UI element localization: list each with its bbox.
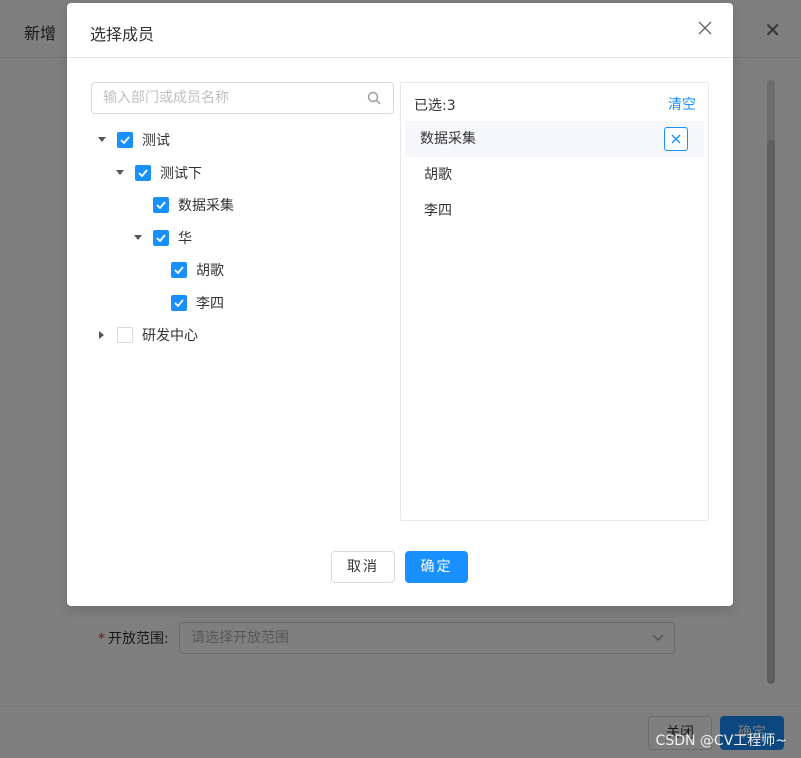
checkbox-checked[interactable] [171, 294, 187, 311]
tree-node-label: 李四 [196, 295, 224, 312]
remove-icon[interactable] [664, 127, 688, 151]
selected-item[interactable]: 胡歌 [405, 157, 704, 193]
search-box [91, 82, 394, 114]
tree-node[interactable]: 胡歌 [91, 254, 395, 287]
modal-title: 选择成员 [90, 25, 155, 44]
tree-node[interactable]: 李四 [91, 287, 395, 320]
confirm-button[interactable]: 确定 [405, 551, 468, 583]
checkbox-checked[interactable] [153, 197, 169, 214]
tree-node[interactable]: 数据采集 [91, 189, 395, 222]
tree-node[interactable]: 测试下 [91, 157, 395, 190]
selected-item-label: 胡歌 [424, 167, 452, 183]
checkbox-checked[interactable] [171, 262, 187, 279]
tree-node-label: 华 [178, 230, 192, 247]
selected-panel-header: 已选:3 清空 [401, 83, 708, 121]
checkbox-checked[interactable] [153, 229, 169, 246]
tree-node-label: 测试 [142, 133, 170, 150]
clear-button[interactable]: 清空 [668, 94, 696, 114]
caret-down-icon[interactable] [114, 167, 126, 179]
checkbox-checked[interactable] [117, 132, 133, 149]
tree-node[interactable]: 研发中心 [91, 319, 395, 352]
checkbox-unchecked[interactable] [117, 327, 133, 344]
close-icon[interactable] [697, 18, 713, 38]
tree-node-label: 测试下 [160, 165, 202, 182]
tree-node-label: 胡歌 [196, 263, 224, 280]
checkbox-checked[interactable] [135, 164, 151, 181]
selected-list: 数据采集胡歌李四 [401, 121, 708, 229]
tree-node[interactable]: 测试 [91, 124, 395, 157]
caret-right-icon[interactable] [96, 329, 108, 341]
cancel-button[interactable]: 取消 [331, 551, 395, 583]
search-input[interactable] [92, 83, 352, 113]
selected-count: 已选:3 [414, 98, 456, 114]
caret-down-icon[interactable] [132, 232, 144, 244]
selected-item-label: 数据采集 [420, 131, 476, 147]
selected-item[interactable]: 数据采集 [405, 121, 704, 157]
search-icon[interactable] [367, 91, 381, 105]
modal-header: 选择成员 [67, 3, 733, 58]
tree-node-label: 研发中心 [142, 328, 198, 345]
selected-panel: 已选:3 清空 数据采集胡歌李四 [400, 82, 709, 521]
watermark: CSDN @CV工程师~ [655, 733, 787, 749]
caret-down-icon[interactable] [96, 134, 108, 146]
tree-node[interactable]: 华 [91, 222, 395, 255]
selected-item-label: 李四 [424, 203, 452, 219]
member-tree: 测试测试下数据采集华胡歌李四研发中心 [91, 124, 395, 352]
selected-item[interactable]: 李四 [405, 193, 704, 229]
select-members-modal: 选择成员 测试测试下数据采集华胡歌李四研发中心 已选:3 清空 数据采集胡歌李四… [67, 3, 733, 606]
tree-node-label: 数据采集 [178, 198, 234, 215]
tree-panel: 测试测试下数据采集华胡歌李四研发中心 [91, 82, 395, 352]
